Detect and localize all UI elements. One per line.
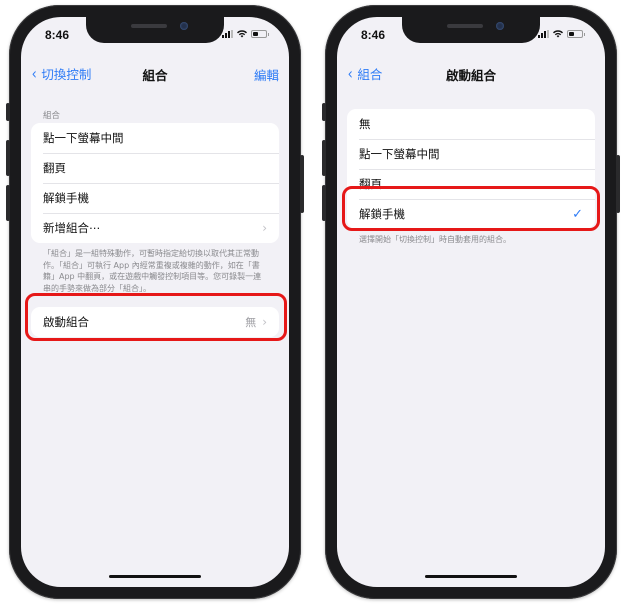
cellular-signal-icon: [538, 30, 549, 38]
recipes-section-header: 組合: [43, 111, 61, 121]
volume-up-button: [322, 140, 326, 176]
chevron-right-icon: ›: [262, 221, 267, 235]
recipes-footer-description: 「組合」是一組特殊動作，可暫時指定給切換以取代其正常動作。「組合」可執行 App…: [43, 249, 262, 293]
edit-button[interactable]: 編輯: [254, 65, 279, 84]
launch-recipe-value: 無: [245, 316, 257, 329]
home-indicator[interactable]: [109, 574, 201, 578]
recipe-item[interactable]: 解鎖手機: [31, 183, 279, 213]
volume-up-button: [6, 140, 10, 176]
launch-recipe-footer: 選擇開始「切換控制」時自動套用的組合。: [359, 235, 511, 244]
navigation-bar: ‹ 組合 啟動組合: [337, 61, 605, 85]
status-time: 8:46: [45, 28, 70, 42]
power-button: [616, 155, 620, 213]
recipe-label: 解鎖手機: [43, 191, 89, 205]
page-title: 啟動組合: [445, 68, 496, 83]
volume-down-button: [322, 185, 326, 221]
option-item-selected[interactable]: 解鎖手機 ✓: [347, 199, 595, 229]
page-title: 組合: [142, 68, 168, 83]
navigation-bar: ‹ 切換控制 組合 編輯: [21, 61, 289, 85]
status-time: 8:46: [361, 28, 386, 42]
status-icons: [538, 30, 585, 38]
front-camera: [496, 22, 504, 30]
speaker: [447, 24, 483, 28]
launch-recipe-row[interactable]: 啟動組合 無 ›: [31, 307, 279, 337]
front-camera: [180, 22, 188, 30]
recipe-item[interactable]: 翻頁: [31, 153, 279, 183]
wifi-icon: [553, 30, 563, 38]
phone-frame-right: 8:46 ‹ 組合 啟動組合 無 點一下螢幕中間 翻頁 解鎖手機 ✓ 選擇開始「…: [322, 5, 620, 599]
recipe-label: 點一下螢幕中間: [43, 131, 124, 145]
home-indicator[interactable]: [425, 574, 517, 578]
checkmark-icon: ✓: [572, 206, 583, 222]
screen-recipes: 8:46 ‹ 切換控制 組合 編輯 組合 點一下螢幕中間 翻頁 解鎖手機 新增組…: [21, 17, 289, 587]
recipe-item[interactable]: 點一下螢幕中間: [31, 123, 279, 153]
speaker: [131, 24, 167, 28]
launch-recipe-options: 無 點一下螢幕中間 翻頁 解鎖手機 ✓: [347, 109, 595, 229]
mute-switch: [6, 103, 10, 121]
option-item[interactable]: 點一下螢幕中間: [347, 139, 595, 169]
battery-icon: [251, 30, 269, 38]
option-label: 無: [359, 117, 371, 131]
add-recipe-item[interactable]: 新增組合⋯ ›: [31, 213, 279, 243]
notch: [86, 17, 224, 43]
option-item[interactable]: 翻頁: [347, 169, 595, 199]
launch-recipe-group: 啟動組合 無 ›: [31, 307, 279, 337]
power-button: [300, 155, 304, 213]
cellular-signal-icon: [222, 30, 233, 38]
option-item[interactable]: 無: [347, 109, 595, 139]
wifi-icon: [237, 30, 247, 38]
screen-launch-recipe: 8:46 ‹ 組合 啟動組合 無 點一下螢幕中間 翻頁 解鎖手機 ✓ 選擇開始「…: [337, 17, 605, 587]
option-label: 翻頁: [359, 177, 382, 191]
add-recipe-label: 新增組合⋯: [43, 221, 101, 235]
option-label: 點一下螢幕中間: [359, 147, 440, 161]
launch-recipe-label: 啟動組合: [43, 315, 89, 329]
phone-frame-left: 8:46 ‹ 切換控制 組合 編輯 組合 點一下螢幕中間 翻頁 解鎖手機 新增組…: [6, 5, 304, 599]
recipes-list: 點一下螢幕中間 翻頁 解鎖手機 新增組合⋯ ›: [31, 123, 279, 243]
chevron-right-icon: ›: [262, 315, 267, 329]
notch: [402, 17, 540, 43]
recipe-label: 翻頁: [43, 161, 66, 175]
status-icons: [222, 30, 269, 38]
mute-switch: [322, 103, 326, 121]
battery-icon: [567, 30, 585, 38]
volume-down-button: [6, 185, 10, 221]
option-label: 解鎖手機: [359, 207, 405, 221]
